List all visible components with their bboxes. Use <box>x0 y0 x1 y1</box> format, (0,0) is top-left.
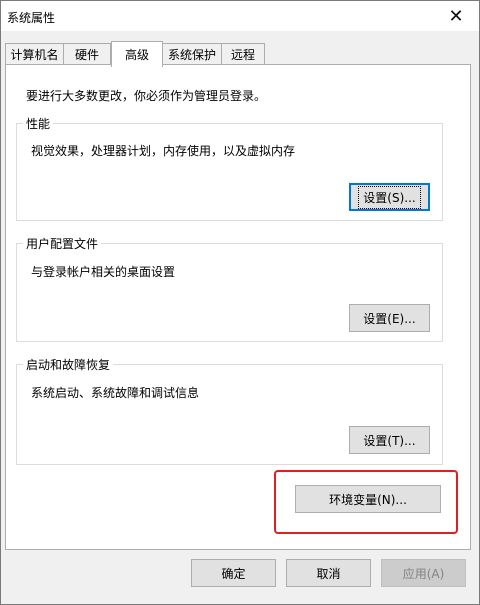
tab-remote[interactable]: 远程 <box>221 43 265 65</box>
system-properties-window: 系统属性 ✕ 计算机名 硬件 高级 系统保护 远程 要进行大多数更改，你必须作为… <box>0 0 480 605</box>
performance-settings-label: 设置(S)... <box>358 185 421 209</box>
user-profiles-group-title: 用户配置文件 <box>23 235 102 252</box>
title-bar: 系统属性 ✕ <box>1 1 479 31</box>
tab-system-protection[interactable]: 系统保护 <box>162 43 222 65</box>
close-button[interactable]: ✕ <box>433 1 479 31</box>
startup-recovery-description: 系统启动、系统故障和调试信息 <box>31 386 200 400</box>
user-profiles-settings-button[interactable]: 设置(E)... <box>349 304 430 332</box>
startup-recovery-group-title: 启动和故障恢复 <box>23 356 114 373</box>
close-icon: ✕ <box>448 5 464 27</box>
cancel-button[interactable]: 取消 <box>286 559 371 587</box>
startup-recovery-group: 启动和故障恢复 系统启动、系统故障和调试信息 设置(T)... <box>16 356 443 465</box>
environment-variables-button[interactable]: 环境变量(N)... <box>295 485 441 513</box>
tab-hardware[interactable]: 硬件 <box>63 43 111 65</box>
tab-computer-name[interactable]: 计算机名 <box>5 43 64 65</box>
admin-note: 要进行大多数更改，你必须作为管理员登录。 <box>26 89 267 103</box>
ok-button[interactable]: 确定 <box>191 559 276 587</box>
tab-advanced[interactable]: 高级 <box>111 41 163 67</box>
window-title: 系统属性 <box>7 11 56 25</box>
performance-description: 视觉效果，处理器计划，内存使用，以及虚拟内存 <box>31 144 296 158</box>
startup-recovery-settings-button[interactable]: 设置(T)... <box>349 426 430 454</box>
performance-group: 性能 视觉效果，处理器计划，内存使用，以及虚拟内存 设置(S)... <box>16 115 443 221</box>
advanced-panel: 要进行大多数更改，你必须作为管理员登录。 性能 视觉效果，处理器计划，内存使用，… <box>5 64 471 550</box>
performance-group-title: 性能 <box>23 115 54 132</box>
performance-settings-button[interactable]: 设置(S)... <box>349 183 430 211</box>
user-profiles-description: 与登录帐户相关的桌面设置 <box>31 265 176 279</box>
user-profiles-group: 用户配置文件 与登录帐户相关的桌面设置 设置(E)... <box>16 235 443 342</box>
apply-button[interactable]: 应用(A) <box>381 559 466 587</box>
